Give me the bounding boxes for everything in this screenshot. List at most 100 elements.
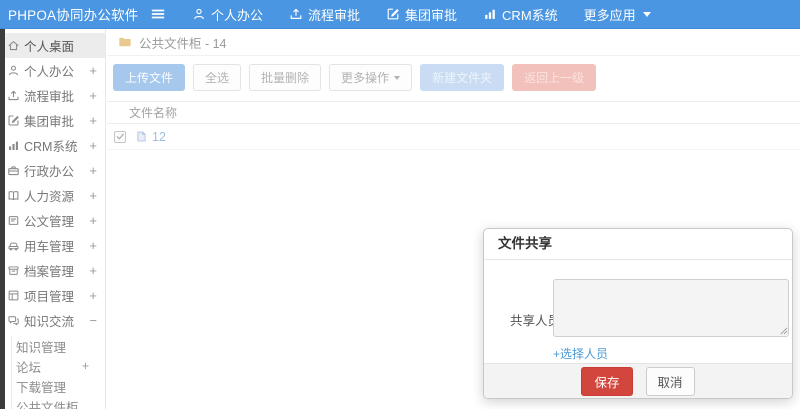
sidebar-menu: 个人桌面 个人办公 + 流程审批 + 集团审批 + CRM系统 + 行政办公 +… xyxy=(0,29,105,409)
modal-title: 文件共享 xyxy=(498,236,552,251)
select-all-button[interactable]: 全选 xyxy=(193,64,242,91)
sidebar-item-knowledge-exchange[interactable]: 知识交流 − xyxy=(0,308,105,333)
nav-item-more-apps[interactable]: 更多应用 xyxy=(584,5,651,24)
nav-item-label: 更多应用 xyxy=(583,7,636,23)
upload-icon xyxy=(289,7,303,21)
book-icon xyxy=(7,189,20,202)
expand-plus-icon[interactable]: + xyxy=(89,213,97,228)
batch-delete-button[interactable]: 批量删除 xyxy=(249,64,322,91)
nav-item-process-approval[interactable]: 流程审批 xyxy=(289,5,360,24)
nav-item-label: 个人办公 xyxy=(211,7,264,23)
nav-item-label: CRM系统 xyxy=(502,7,558,23)
sidebar-item-personal-office[interactable]: 个人办公 + xyxy=(0,58,105,83)
sidebar-item-label: 个人办公 xyxy=(24,65,75,79)
expand-plus-icon[interactable]: + xyxy=(89,188,97,203)
user-icon xyxy=(192,7,206,21)
sidebar-item-official-docs[interactable]: 公文管理 + xyxy=(0,208,105,233)
sidebar-item-project-mgmt[interactable]: 项目管理 + xyxy=(0,283,105,308)
file-share-modal: 文件共享 共享人员 +选择人员 保存 取消 xyxy=(483,228,793,399)
expand-plus-icon[interactable]: + xyxy=(89,63,97,78)
expand-plus-icon[interactable]: + xyxy=(89,163,97,178)
sidebar-subitem-public-file-cabinet[interactable]: 公共文件柜 xyxy=(12,396,105,409)
app-window: PHPOA协同办公软件 个人办公 流程审批 集团审批 CRM系统 更多应用 个人… xyxy=(0,0,800,409)
sidebar-item-vehicle-mgmt[interactable]: 用车管理 + xyxy=(0,233,105,258)
document-icon xyxy=(7,214,20,227)
expand-plus-icon[interactable]: + xyxy=(89,288,97,303)
sidebar-subitem-label: 论坛 xyxy=(16,360,42,375)
save-button[interactable]: 保存 xyxy=(581,366,633,396)
expand-plus-icon[interactable]: + xyxy=(89,88,97,103)
sidebar-item-label: 人力资源 xyxy=(24,190,75,204)
sidebar-item-admin-office[interactable]: 行政办公 + xyxy=(0,158,105,183)
nav-item-group-approval[interactable]: 集团审批 xyxy=(386,5,457,24)
sidebar-item-label: 行政办公 xyxy=(24,165,75,179)
cancel-button[interactable]: 取消 xyxy=(645,366,695,396)
upload-file-button[interactable]: 上传文件 xyxy=(113,64,186,91)
expand-plus-icon[interactable]: + xyxy=(89,138,97,153)
expand-plus-icon[interactable]: + xyxy=(82,359,89,373)
sidebar-item-human-resources[interactable]: 人力资源 + xyxy=(0,183,105,208)
sidebar-item-personal-desktop[interactable]: 个人桌面 xyxy=(0,33,105,58)
sidebar-item-label: 集团审批 xyxy=(24,115,75,129)
sidebar-dark-edge xyxy=(0,29,5,409)
sidebar-item-crm-system[interactable]: CRM系统 + xyxy=(0,133,105,158)
file-icon xyxy=(135,130,148,143)
more-actions-label: 更多操作 xyxy=(341,71,390,85)
caret-down-icon xyxy=(394,75,401,80)
sidebar-item-label: 个人桌面 xyxy=(24,40,75,54)
sidebar-item-label: 流程审批 xyxy=(24,90,75,104)
table-header: 文件名称 xyxy=(107,101,800,124)
file-name-link[interactable]: 12 xyxy=(152,130,166,144)
nav-item-crm-system[interactable]: CRM系统 xyxy=(483,5,558,24)
briefcase-icon xyxy=(7,164,20,177)
edit-icon xyxy=(7,114,20,127)
bar-chart-icon xyxy=(7,139,20,152)
sidebar-item-process-approval[interactable]: 流程审批 + xyxy=(0,83,105,108)
expand-plus-icon[interactable]: + xyxy=(89,238,97,253)
modal-header: 文件共享 xyxy=(484,229,792,260)
table-row[interactable]: 12 xyxy=(107,124,800,150)
sidebar: 个人桌面 个人办公 + 流程审批 + 集团审批 + CRM系统 + 行政办公 +… xyxy=(0,29,106,409)
app-logo: PHPOA协同办公软件 xyxy=(8,8,139,23)
caret-down-icon xyxy=(642,11,651,17)
user-icon xyxy=(7,64,20,77)
car-icon xyxy=(7,239,20,252)
sidebar-subitem-forum[interactable]: 论坛 + xyxy=(12,356,105,376)
sidebar-subitem-label: 下载管理 xyxy=(16,380,67,395)
nav-item-label: 集团审批 xyxy=(405,7,458,23)
share-people-textarea[interactable] xyxy=(553,279,789,337)
nav-item-personal-office[interactable]: 个人办公 xyxy=(192,5,263,24)
expand-plus-icon[interactable]: + xyxy=(89,263,97,278)
chat-icon xyxy=(7,314,20,327)
edit-icon xyxy=(386,7,400,21)
row-checkbox[interactable] xyxy=(114,130,126,143)
column-header-filename: 文件名称 xyxy=(129,106,178,120)
top-navbar: PHPOA协同办公软件 个人办公 流程审批 集团审批 CRM系统 更多应用 xyxy=(0,0,800,29)
sidebar-subitem-label: 公共文件柜 xyxy=(16,400,79,409)
more-actions-button[interactable]: 更多操作 xyxy=(329,64,413,91)
sidebar-submenu-knowledge: 知识管理 论坛 + 下载管理 公共文件柜 xyxy=(11,336,105,409)
upload-icon xyxy=(7,89,20,102)
expand-plus-icon[interactable]: + xyxy=(89,113,97,128)
sidebar-item-label: 项目管理 xyxy=(24,290,75,304)
sidebar-subitem-download-mgmt[interactable]: 下载管理 xyxy=(12,376,105,396)
modal-body: 共享人员 +选择人员 xyxy=(484,260,792,363)
sidebar-item-label: CRM系统 xyxy=(24,140,78,154)
new-folder-button[interactable]: 新建文件夹 xyxy=(420,64,505,91)
sidebar-item-archive-mgmt[interactable]: 档案管理 + xyxy=(0,258,105,283)
toolbar: 上传文件 全选 批量删除 更多操作 新建文件夹 返回上一级 xyxy=(107,56,800,99)
back-up-level-button[interactable]: 返回上一级 xyxy=(512,64,597,91)
archive-icon xyxy=(7,264,20,277)
sidebar-item-label: 档案管理 xyxy=(24,265,75,279)
bar-chart-icon xyxy=(483,7,497,21)
project-icon xyxy=(7,289,20,302)
home-icon xyxy=(7,39,20,52)
select-people-link[interactable]: +选择人员 xyxy=(553,345,608,362)
collapse-minus-icon[interactable]: − xyxy=(89,313,97,328)
menu-toggle-icon[interactable] xyxy=(150,6,166,22)
sidebar-subitem-knowledge-mgmt[interactable]: 知识管理 xyxy=(12,336,105,356)
navbar-menu: 个人办公 流程审批 集团审批 CRM系统 更多应用 xyxy=(166,5,651,24)
resize-grip-icon[interactable] xyxy=(779,326,788,335)
sidebar-item-group-approval[interactable]: 集团审批 + xyxy=(0,108,105,133)
sidebar-item-label: 知识交流 xyxy=(24,315,75,329)
